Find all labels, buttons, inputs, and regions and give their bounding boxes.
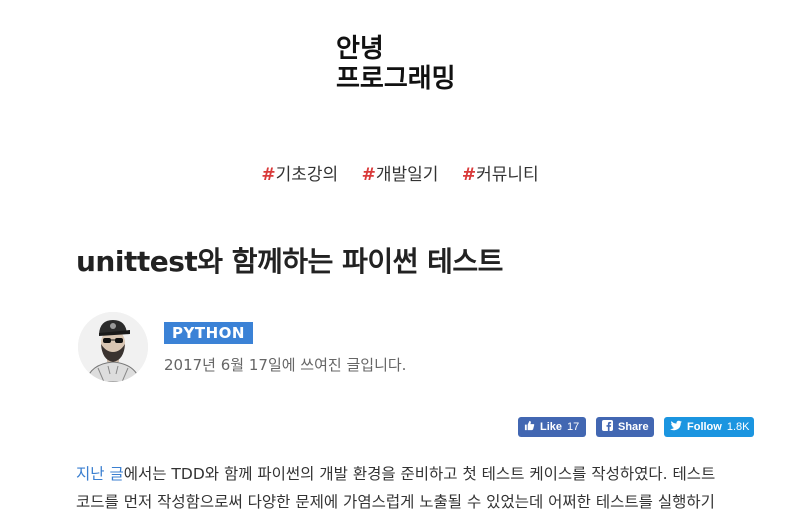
share-label: Share [618, 421, 649, 433]
nav-item-label: 개발일기 [375, 165, 439, 185]
nav-hash: # [461, 165, 477, 185]
nav-hash: # [361, 165, 376, 185]
category-nav: #기초강의 #개발일기 #커뮤니티 [0, 160, 800, 185]
paragraph-line: 코드를 먼저 작성함으로써 다양한 문제에 가염스럽게 노출될 수 있었는데 어… [76, 493, 715, 511]
previous-post-link[interactable]: 지난 글 [76, 465, 124, 483]
facebook-like-button[interactable]: Like 17 [518, 417, 586, 437]
site-logo[interactable]: 안녕 프로그래밍 [336, 34, 456, 94]
logo-line-1: 안녕 [336, 34, 384, 64]
nav-item-basics[interactable]: #기초강의 [261, 165, 338, 185]
author-avatar [78, 312, 148, 382]
like-count: 17 [567, 421, 580, 433]
paragraph-line: 지난 글에서는 TDD와 함께 파이썬의 개발 환경을 준비하고 첫 테스트 케… [76, 460, 736, 488]
nav-hash: # [261, 165, 276, 185]
paragraph-text: 에서는 TDD와 함께 파이썬의 개발 환경을 준비하고 첫 테스트 케이스를 … [123, 465, 716, 483]
category-tag[interactable]: PYTHON [164, 322, 253, 344]
thumbs-up-icon [524, 420, 535, 434]
avatar-illustration [78, 312, 148, 382]
post-body: 지난 글에서는 TDD와 함께 파이썬의 개발 환경을 준비하고 첫 테스트 케… [76, 460, 736, 516]
nav-item-community[interactable]: #커뮤니티 [462, 165, 539, 185]
post-date: 2017년 6월 17일에 쓰여진 글입니다. [164, 356, 407, 374]
follow-label: Follow [687, 421, 722, 433]
logo-line-2: 프로그래밍 [336, 64, 456, 94]
like-label: Like [540, 421, 563, 433]
twitter-follow-button[interactable]: Follow 1.8K [664, 417, 754, 437]
nav-item-dev-diary[interactable]: #개발일기 [362, 165, 439, 185]
follow-count: 1.8K [726, 421, 750, 433]
nav-item-label: 기초강의 [275, 165, 339, 185]
twitter-bird-icon [670, 420, 682, 434]
post-title: unittest와 함께하는 파이썬 테스트 [76, 245, 503, 278]
facebook-icon [602, 420, 613, 434]
facebook-share-button[interactable]: Share [596, 417, 654, 437]
nav-item-label: 커뮤니티 [476, 165, 539, 185]
